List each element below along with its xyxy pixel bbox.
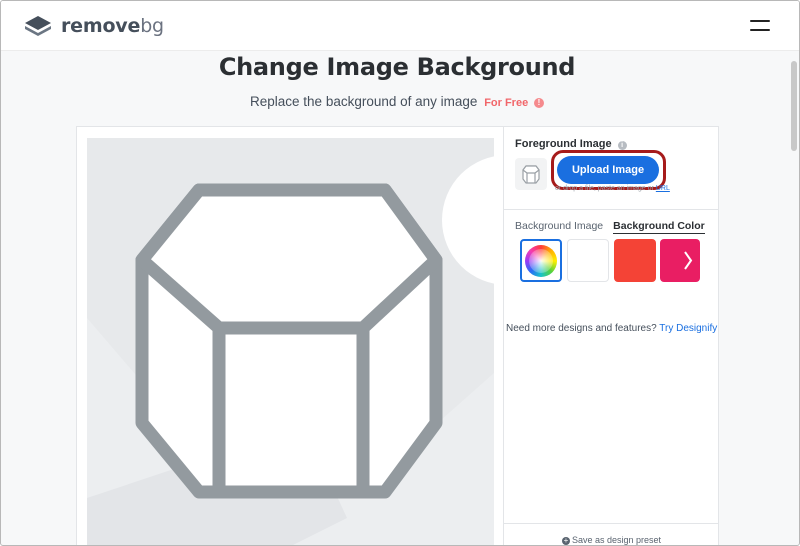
hexagonal-prism-placeholder-icon — [135, 183, 443, 499]
logo-text-secondary: bg — [140, 15, 164, 37]
background-tabs: Background Image Background Color — [515, 220, 705, 234]
subtitle-text: Replace the background of any image — [250, 94, 478, 109]
plus-circle-icon: + — [561, 536, 570, 545]
settings-panel: Foreground Image i Upload Image or drop … — [504, 127, 719, 545]
page-subtitle: Replace the background of any image For … — [1, 94, 793, 109]
foreground-label: Foreground Image i — [515, 138, 627, 150]
designify-promo: Need more designs and features? Try Desi… — [506, 323, 717, 334]
placeholder-illustration — [87, 156, 494, 545]
image-preview — [87, 138, 494, 545]
save-preset-button[interactable]: + Save as design preset — [504, 535, 719, 545]
foreground-thumbnail — [515, 158, 547, 190]
save-preset-label: Save as design preset — [571, 535, 662, 545]
drop-hint: or drop a file, paste an image or URL — [555, 185, 670, 192]
info-icon[interactable]: i — [617, 141, 627, 150]
for-free-label: For Free — [484, 97, 529, 109]
logo-text-primary: remove — [61, 15, 141, 37]
info-icon[interactable]: ! — [533, 98, 544, 108]
chevron-right-icon — [684, 251, 693, 270]
browser-frame: removebg Change Image Background Replace… — [0, 0, 800, 546]
page-scrollbar[interactable] — [790, 53, 798, 543]
hexagonal-prism-icon — [522, 165, 540, 184]
drop-hint-text: or drop a file, paste an image or — [555, 185, 654, 192]
tab-background-color[interactable]: Background Color — [613, 220, 705, 234]
foreground-label-text: Foreground Image — [515, 138, 612, 150]
editor-card: Foreground Image i Upload Image or drop … — [76, 126, 719, 545]
color-wheel-icon — [525, 245, 557, 277]
swatch-white[interactable] — [567, 239, 609, 282]
hamburger-menu-icon[interactable] — [750, 17, 772, 35]
upload-highlight: Upload Image — [551, 150, 666, 190]
footer-divider — [504, 523, 719, 524]
upload-image-button[interactable]: Upload Image — [557, 156, 659, 184]
swatch-color-wheel[interactable] — [520, 239, 562, 282]
tab-background-image[interactable]: Background Image — [515, 220, 603, 234]
top-header: removebg — [1, 1, 799, 51]
url-link[interactable]: URL — [656, 185, 670, 192]
swatch-red[interactable] — [614, 239, 656, 282]
section-divider — [504, 209, 719, 210]
logo-text: removebg — [61, 15, 164, 37]
designify-text: Need more designs and features? — [506, 323, 657, 334]
logo[interactable]: removebg — [23, 14, 164, 38]
removebg-logo-icon — [25, 16, 51, 36]
page-title: Change Image Background — [218, 53, 576, 81]
swatch-pink[interactable] — [660, 239, 700, 282]
try-designify-link[interactable]: Try Designify — [659, 323, 717, 334]
